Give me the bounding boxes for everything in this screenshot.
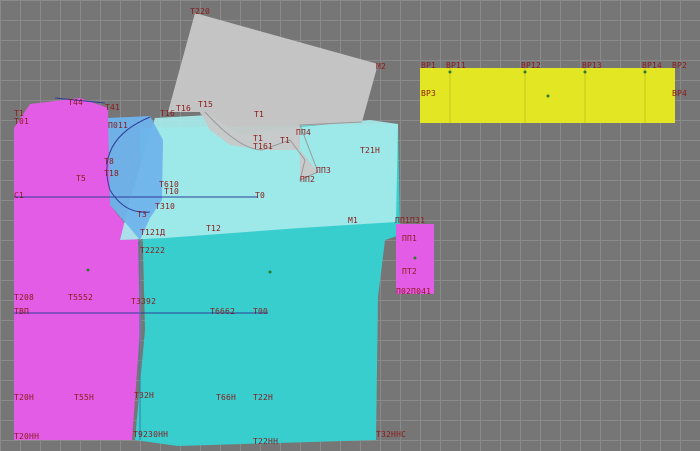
point-label[interactable]: ВР1 xyxy=(421,62,436,70)
point-label[interactable]: Т310 xyxy=(155,203,175,211)
point-label[interactable]: Т121Д xyxy=(140,229,165,237)
point-label[interactable]: ВР11 xyxy=(446,62,466,70)
point-label[interactable]: Т32ННС xyxy=(376,431,406,439)
pattern-canvas[interactable]: Т220 М2 ВР1 ВР11 ВР12 ВР13 ВР14 ВР2 ВР3 … xyxy=(0,0,700,451)
point-label[interactable]: Т18 xyxy=(104,170,119,178)
point-label[interactable]: Т55Н xyxy=(74,394,94,402)
point-label[interactable]: ВР14 xyxy=(642,62,662,70)
point-marker[interactable] xyxy=(583,70,587,74)
point-label[interactable]: П02П041 xyxy=(396,288,431,296)
point-label[interactable]: ПТ2 xyxy=(402,268,417,276)
point-label[interactable]: ПП1 xyxy=(402,235,417,243)
point-label[interactable]: Т0 xyxy=(255,192,265,200)
point-label[interactable]: ПП3 xyxy=(316,167,331,175)
point-label[interactable]: Т21Н xyxy=(360,147,380,155)
point-label[interactable]: Т5552 xyxy=(68,294,93,302)
point-label[interactable]: Т3392 xyxy=(131,298,156,306)
point-label[interactable]: Т3 xyxy=(137,211,147,219)
point-label[interactable]: Т161 xyxy=(253,143,273,151)
point-label[interactable]: ПП4 xyxy=(296,129,311,137)
point-label[interactable]: Т16 xyxy=(176,105,191,113)
point-label[interactable]: Т16 xyxy=(160,110,175,118)
point-marker[interactable] xyxy=(413,256,417,260)
point-label[interactable]: ТВП xyxy=(14,308,29,316)
point-label[interactable]: ВР13 xyxy=(582,62,602,70)
point-label[interactable]: ВР2 xyxy=(672,62,687,70)
point-label[interactable]: Т2222 xyxy=(140,247,165,255)
point-label[interactable]: ВР3 xyxy=(421,90,436,98)
point-label[interactable]: Т15 xyxy=(198,101,213,109)
point-label[interactable]: С1 xyxy=(14,192,24,200)
point-label[interactable]: ПП2 xyxy=(300,176,315,184)
point-label[interactable]: Т22НН xyxy=(253,438,278,446)
point-label[interactable]: ВР4 xyxy=(672,90,687,98)
point-label[interactable]: Т5 xyxy=(76,175,86,183)
point-label[interactable]: Т44 xyxy=(68,99,83,107)
point-label[interactable]: Т41 xyxy=(105,104,120,112)
point-label[interactable]: Т208 xyxy=(14,294,34,302)
point-label[interactable]: М2 xyxy=(376,63,386,71)
point-label[interactable]: Т12 xyxy=(206,225,221,233)
point-marker[interactable] xyxy=(268,270,272,274)
point-marker[interactable] xyxy=(86,268,90,272)
point-label[interactable]: Т10 xyxy=(164,188,179,196)
point-label[interactable]: Т22Н xyxy=(253,394,273,402)
point-label[interactable]: Т20Н xyxy=(14,394,34,402)
point-label[interactable]: Т1 xyxy=(280,137,290,145)
point-label[interactable]: Т1 xyxy=(254,111,264,119)
point-label[interactable]: ПП1П31 xyxy=(395,217,425,225)
point-label[interactable]: Т32Н xyxy=(134,392,154,400)
point-label[interactable]: Т00 xyxy=(253,308,268,316)
point-label[interactable]: П011 xyxy=(108,122,128,130)
point-label[interactable]: Т220 xyxy=(190,8,210,16)
point-marker[interactable] xyxy=(546,94,550,98)
point-label[interactable]: Т8 xyxy=(104,158,114,166)
point-marker[interactable] xyxy=(643,70,647,74)
point-marker[interactable] xyxy=(448,70,452,74)
point-label[interactable]: Т20НН xyxy=(14,433,39,441)
point-label[interactable]: Т66Н xyxy=(216,394,236,402)
point-label[interactable]: ВР12 xyxy=(521,62,541,70)
point-marker[interactable] xyxy=(523,70,527,74)
point-label[interactable]: Т6662 xyxy=(210,308,235,316)
point-label[interactable]: М1 xyxy=(348,217,358,225)
point-label[interactable]: Т9230НН xyxy=(133,431,168,439)
point-label[interactable]: Т01 xyxy=(14,118,29,126)
